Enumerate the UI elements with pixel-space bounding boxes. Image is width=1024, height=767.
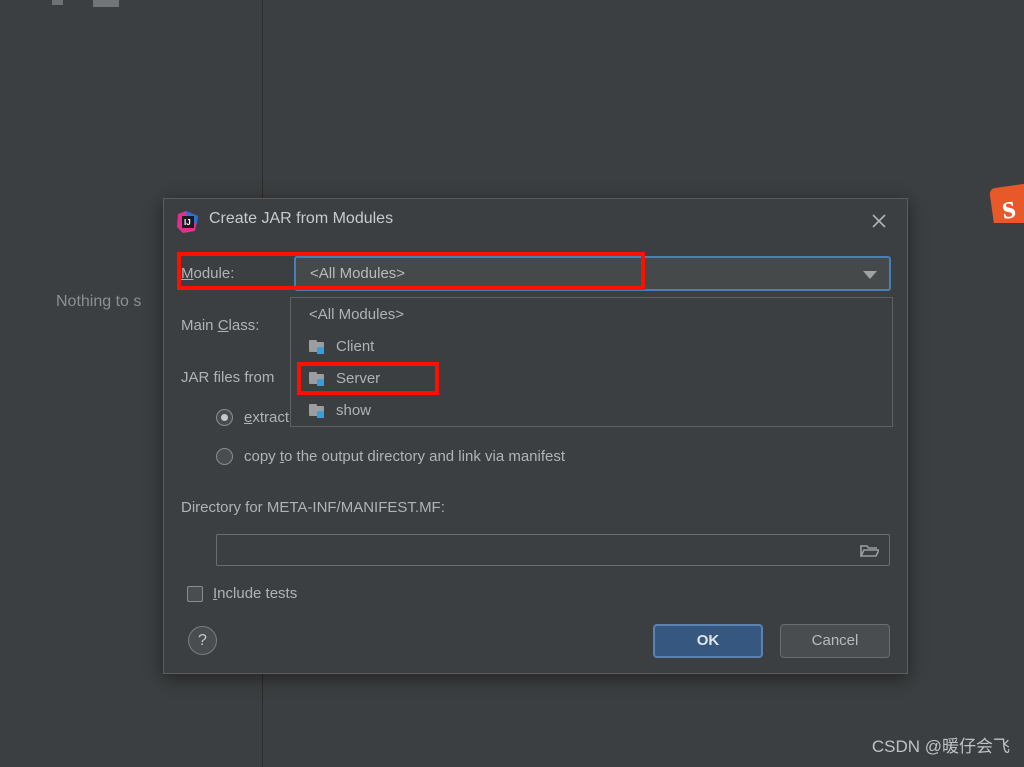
jar-files-from-label: JAR files from <box>181 369 275 386</box>
dialog-titlebar: IJ Create JAR from Modules <box>164 199 907 245</box>
dropdown-item-label: show <box>336 401 372 419</box>
manifest-directory-input[interactable] <box>216 534 890 566</box>
cancel-button[interactable]: Cancel <box>780 624 890 658</box>
module-folder-icon <box>309 371 326 386</box>
main-class-label: Main Class: <box>181 317 260 334</box>
background-toolbar-fragment-left <box>52 0 63 5</box>
include-tests-box <box>187 585 203 602</box>
chevron-down-icon[interactable] <box>863 271 877 279</box>
dropdown-item-all-modules[interactable]: <All Modules> <box>291 298 892 330</box>
sublime-orange-icon: s <box>988 183 1024 223</box>
include-tests-checkbox[interactable]: Include tests <box>187 585 297 602</box>
screen-root: Nothing to s s CSDN @暖仔会飞 IJ Create JAR … <box>0 0 1024 767</box>
dropdown-item-show[interactable]: show <box>291 394 892 426</box>
module-folder-icon <box>309 403 326 418</box>
radio-copy-label: copy to the output directory and link vi… <box>244 448 566 465</box>
close-icon[interactable] <box>866 208 892 234</box>
help-button[interactable]: ? <box>188 626 217 655</box>
radio-copy-to-output-directory[interactable]: copy to the output directory and link vi… <box>216 448 565 465</box>
module-combobox[interactable]: <All Modules> <box>294 256 891 291</box>
svg-text:IJ: IJ <box>184 218 191 227</box>
module-label: Module: <box>181 265 235 282</box>
module-combobox-value: <All Modules> <box>310 265 406 282</box>
background-empty-message: Nothing to s <box>56 293 142 310</box>
dropdown-item-label: Client <box>336 337 375 355</box>
dropdown-item-server[interactable]: Server <box>291 362 892 394</box>
dialog-title: Create JAR from Modules <box>209 210 394 227</box>
module-folder-icon <box>309 339 326 354</box>
include-tests-label: Include tests <box>213 585 298 602</box>
create-jar-dialog: IJ Create JAR from Modules Module: <All … <box>163 198 908 674</box>
dropdown-item-label: <All Modules> <box>309 305 405 323</box>
folder-icon[interactable] <box>859 543 881 558</box>
radio-copy-indicator <box>216 448 233 465</box>
csdn-watermark: CSDN @暖仔会飞 <box>871 737 1010 756</box>
manifest-directory-label: Directory for META-INF/MANIFEST.MF: <box>181 499 445 516</box>
module-dropdown-list[interactable]: <All Modules> Client Server show <box>290 297 893 427</box>
ok-button[interactable]: OK <box>653 624 763 658</box>
radio-extract-indicator <box>216 409 233 426</box>
background-toolbar-fragment-right <box>93 0 119 7</box>
dropdown-item-client[interactable]: Client <box>291 330 892 362</box>
intellij-idea-icon: IJ <box>177 211 199 233</box>
dropdown-item-label: Server <box>336 369 381 387</box>
